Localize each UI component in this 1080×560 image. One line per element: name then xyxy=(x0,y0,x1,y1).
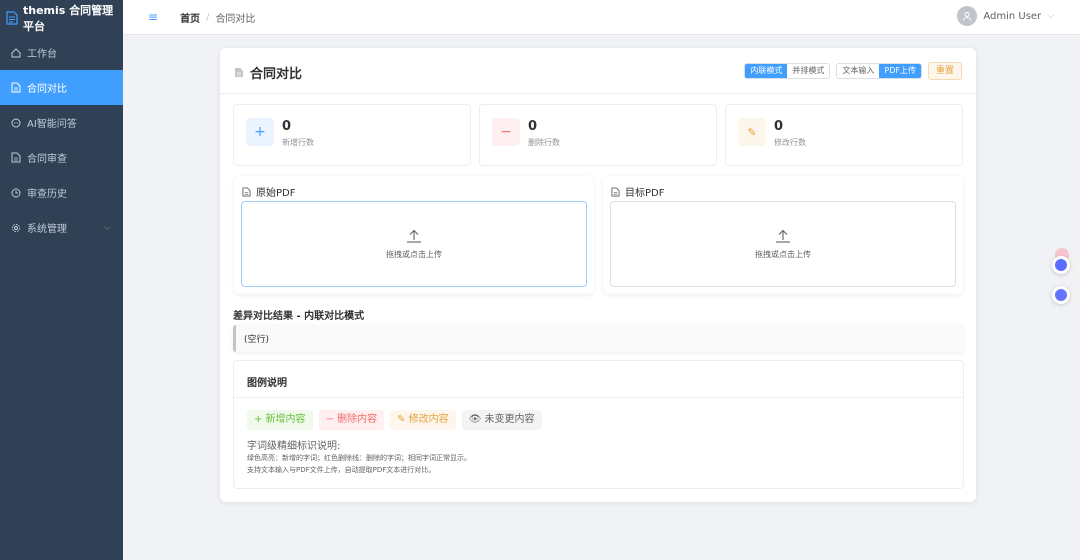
breadcrumb-current: 合同对比 xyxy=(215,13,256,25)
brand-name: themis 合同管理平台 xyxy=(23,3,114,33)
breadcrumb-separator: / xyxy=(206,11,210,23)
sidebar-item-label: AI智能问答 xyxy=(27,119,77,130)
contract-compare-card: 合同对比 内联模式 并排模式 文本输入 PDF上传 重置 + 0 新增行数 − … xyxy=(220,48,976,502)
sidebar-item-label: 系统管理 xyxy=(27,224,67,235)
sidebar-item-system-admin[interactable]: 系统管理 ⌵ xyxy=(0,210,123,245)
sidebar-item-ai-qa[interactable]: AI智能问答 xyxy=(0,105,123,140)
document-icon xyxy=(242,187,251,196)
result-line: (空行) xyxy=(244,335,270,345)
plus-icon: + xyxy=(246,118,274,146)
legend-note: 支持文本输入与PDF文件上传，自动提取PDF文本进行对比。 xyxy=(247,466,436,474)
sidebar-item-label: 工作台 xyxy=(27,49,57,60)
document-icon xyxy=(11,82,21,93)
upload-icon xyxy=(776,229,790,243)
source-pdf-panel: 原始PDF 拖拽或点击上传 xyxy=(234,176,594,294)
stat-label: 修改行数 xyxy=(774,138,806,147)
edit-icon: ✎ xyxy=(738,118,766,146)
sidebar-item-label: 合同对比 xyxy=(27,84,67,95)
stat-value: 0 xyxy=(774,119,784,134)
panel-title: 目标PDF xyxy=(611,184,664,199)
dropzone-hint: 拖拽或点击上传 xyxy=(386,249,442,259)
sidebar-item-workbench[interactable]: 工作台 xyxy=(0,35,123,70)
dropzone-hint: 拖拽或点击上传 xyxy=(755,249,811,259)
chat-icon xyxy=(11,118,21,127)
divider xyxy=(220,93,976,94)
sidebar-item-review-history[interactable]: 审查历史 xyxy=(0,175,123,210)
input-mode-toggle: 文本输入 PDF上传 xyxy=(836,63,922,79)
breadcrumb-home[interactable]: 首页 xyxy=(180,10,200,25)
legend-tag-added: + 新增内容 xyxy=(247,410,313,430)
sidebar-item-label: 合同审查 xyxy=(27,154,67,165)
stat-deleted: − 0 删除行数 xyxy=(479,104,717,166)
sidebar-item-label: 审查历史 xyxy=(27,189,67,200)
card-header: 合同对比 内联模式 并排模式 文本输入 PDF上传 重置 xyxy=(234,62,962,82)
card-actions: 内联模式 并排模式 文本输入 PDF上传 重置 xyxy=(744,62,962,80)
document-icon xyxy=(6,10,18,25)
sidebar: themis 合同管理平台 工作台 合同对比 AI智能问答 合同审查 审查历史 … xyxy=(0,0,123,560)
stat-value: 0 xyxy=(282,119,292,134)
legend-tag-unchanged: 👁 未变更内容 xyxy=(461,410,542,430)
panel-title-text: 原始PDF xyxy=(256,188,296,199)
stat-modified: ✎ 0 修改行数 xyxy=(725,104,963,166)
target-pdf-panel: 目标PDF 拖拽或点击上传 xyxy=(603,176,963,294)
panel-title: 原始PDF xyxy=(242,184,295,199)
chevron-down-icon: ⌵ xyxy=(1047,11,1054,21)
top-header: ≡ 首页 / 合同对比 Admin User ⌵ xyxy=(123,0,1080,35)
document-icon xyxy=(11,152,21,163)
legend-tag-deleted: − 删除内容 xyxy=(318,410,385,430)
stat-label: 新增行数 xyxy=(282,138,314,147)
reset-button[interactable]: 重置 xyxy=(927,62,962,80)
user-menu[interactable]: Admin User ⌵ xyxy=(957,6,1054,26)
user-icon xyxy=(963,12,972,21)
legend-note-heading: 字词级精细标识说明: xyxy=(247,441,341,452)
legend-note: 绿色高亮：新增的字词；红色删除线：删除的字词；相同字词正常显示。 xyxy=(247,454,471,462)
stat-label: 删除行数 xyxy=(528,138,560,147)
legend-tag-modified: ✎ 修改内容 xyxy=(390,410,456,430)
side-by-side-mode-button[interactable]: 并排模式 xyxy=(787,64,830,78)
result-title: 差异对比结果 - 内联对比模式 xyxy=(233,311,365,322)
page-title: 合同对比 xyxy=(234,63,302,82)
minus-icon: − xyxy=(492,118,520,146)
source-pdf-dropzone[interactable]: 拖拽或点击上传 xyxy=(241,201,587,287)
legend-title: 图例说明 xyxy=(247,378,287,389)
avatar[interactable] xyxy=(957,6,978,26)
document-icon xyxy=(235,67,243,77)
stat-value: 0 xyxy=(528,119,538,134)
menu-toggle-icon[interactable]: ≡ xyxy=(148,10,158,24)
panel-title-text: 目标PDF xyxy=(625,188,665,199)
result-content: (空行) xyxy=(233,325,964,352)
sidebar-item-contract-compare[interactable]: 合同对比 xyxy=(0,70,123,105)
view-mode-toggle: 内联模式 并排模式 xyxy=(744,63,831,79)
gear-icon xyxy=(11,223,21,232)
legend-tags: + 新增内容 − 删除内容 ✎ 修改内容 👁 未变更内容 xyxy=(247,410,542,430)
pdf-upload-mode-button[interactable]: PDF上传 xyxy=(879,64,921,78)
page-title-text: 合同对比 xyxy=(250,66,303,82)
stat-added: + 0 新增行数 xyxy=(233,104,471,166)
sidebar-item-contract-review[interactable]: 合同审查 xyxy=(0,140,123,175)
floating-assistant-icon[interactable] xyxy=(1052,256,1070,274)
clock-icon xyxy=(11,188,21,197)
upload-icon xyxy=(407,229,421,243)
target-pdf-dropzone[interactable]: 拖拽或点击上传 xyxy=(610,201,956,287)
inline-mode-button[interactable]: 内联模式 xyxy=(745,64,788,78)
divider xyxy=(234,397,963,398)
user-name: Admin User xyxy=(983,10,1042,22)
chevron-down-icon: ⌵ xyxy=(104,222,111,233)
breadcrumb: 首页 / 合同对比 xyxy=(180,10,255,25)
document-icon xyxy=(611,187,620,196)
home-icon xyxy=(11,47,21,57)
legend-card: 图例说明 + 新增内容 − 删除内容 ✎ 修改内容 👁 未变更内容 字词级精细标… xyxy=(233,360,964,489)
text-input-mode-button[interactable]: 文本输入 xyxy=(837,64,880,78)
brand[interactable]: themis 合同管理平台 xyxy=(0,0,123,35)
floating-robot-icon[interactable] xyxy=(1052,286,1070,304)
